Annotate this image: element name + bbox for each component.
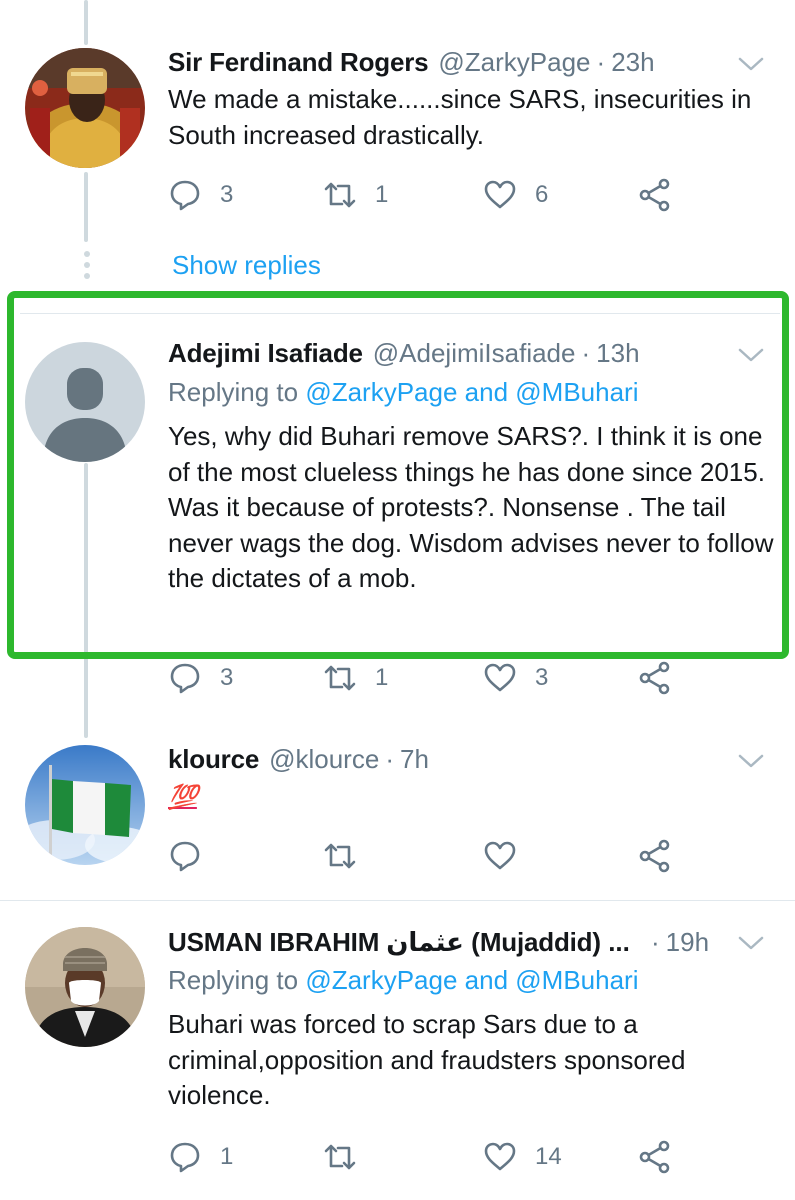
tweet-header: Sir Ferdinand Rogers @ZarkyPage · 23h bbox=[168, 47, 735, 78]
retweet-icon bbox=[324, 1144, 356, 1170]
retweet-count: 1 bbox=[375, 664, 389, 691]
mention-link[interactable]: @MBuhari bbox=[515, 965, 638, 995]
reply-button[interactable]: 3 bbox=[168, 175, 233, 215]
replying-to: Replying to @ZarkyPage and @MBuhari bbox=[168, 377, 638, 408]
like-button[interactable]: 6 bbox=[483, 175, 548, 215]
retweet-count: 1 bbox=[375, 181, 389, 208]
share-icon bbox=[639, 1140, 670, 1174]
reply-count: 3 bbox=[220, 664, 234, 691]
replying-and: and bbox=[457, 965, 516, 995]
tweet-2[interactable]: Adejimi Isafiade @AdejimiIsafiade · 13h … bbox=[0, 330, 795, 710]
like-count: 3 bbox=[535, 664, 549, 691]
tweet-actions: 1 14 bbox=[168, 1137, 698, 1177]
share-button[interactable] bbox=[638, 175, 672, 215]
tweet-header: klource @klource · 7h bbox=[168, 744, 735, 775]
reply-icon bbox=[170, 1142, 200, 1173]
reply-count: 3 bbox=[220, 181, 234, 208]
timestamp[interactable]: 7h bbox=[400, 744, 429, 775]
tweet-text: Yes, why did Buhari remove SARS?. I thin… bbox=[168, 421, 774, 593]
reply-count: 1 bbox=[220, 1143, 234, 1170]
show-replies-link[interactable]: Show replies bbox=[172, 250, 321, 281]
heart-icon bbox=[484, 180, 516, 209]
tweet-time-group: · 19h bbox=[645, 927, 740, 958]
chevron-down-icon[interactable] bbox=[737, 751, 765, 771]
avatar[interactable] bbox=[25, 48, 145, 168]
tweet-actions bbox=[168, 836, 698, 876]
replying-prefix: Replying to bbox=[168, 377, 306, 407]
tweet-3[interactable]: klource @klource · 7h 💯 bbox=[0, 735, 795, 895]
share-button[interactable] bbox=[638, 1137, 672, 1177]
timestamp[interactable]: 19h bbox=[666, 927, 709, 958]
author-handle[interactable]: @klource bbox=[269, 744, 379, 775]
like-button[interactable]: 14 bbox=[483, 1137, 562, 1177]
retweet-button[interactable] bbox=[323, 836, 375, 876]
replying-to: Replying to @ZarkyPage and @MBuhari bbox=[168, 965, 638, 996]
chevron-down-icon[interactable] bbox=[737, 933, 765, 953]
tweet-1[interactable]: Sir Ferdinand Rogers @ZarkyPage · 23h We… bbox=[0, 0, 795, 290]
chevron-down-icon[interactable] bbox=[737, 345, 765, 365]
share-button[interactable] bbox=[638, 836, 672, 876]
tweet-text: We made a mistake......since SARS, insec… bbox=[168, 84, 752, 150]
avatar[interactable] bbox=[25, 342, 145, 462]
divider bbox=[0, 900, 795, 901]
author-handle[interactable]: @ZarkyPage bbox=[438, 47, 590, 78]
heart-icon bbox=[484, 841, 516, 870]
author-name[interactable]: USMAN IBRAHIM عثمان (Mujaddid) ... bbox=[168, 927, 630, 958]
mention-link[interactable]: @ZarkyPage bbox=[305, 377, 457, 407]
author-name[interactable]: Adejimi Isafiade bbox=[168, 338, 363, 369]
tweet-text: 💯 bbox=[168, 779, 778, 816]
retweet-icon bbox=[324, 182, 356, 208]
share-icon bbox=[639, 661, 670, 695]
reply-button[interactable] bbox=[168, 836, 220, 876]
heart-icon bbox=[484, 1142, 516, 1171]
replying-and: and bbox=[457, 377, 516, 407]
retweet-button[interactable]: 1 bbox=[323, 175, 388, 215]
replying-prefix: Replying to bbox=[168, 965, 306, 995]
reply-button[interactable]: 1 bbox=[168, 1137, 233, 1177]
mention-link[interactable]: @MBuhari bbox=[515, 377, 638, 407]
divider bbox=[20, 313, 780, 314]
reply-icon bbox=[170, 663, 200, 694]
like-button[interactable] bbox=[483, 836, 535, 876]
separator-dot: · bbox=[385, 744, 394, 774]
reply-button[interactable]: 3 bbox=[168, 658, 233, 698]
avatar[interactable] bbox=[25, 927, 145, 1047]
timestamp[interactable]: 23h bbox=[611, 47, 654, 78]
chevron-down-icon[interactable] bbox=[737, 54, 765, 74]
like-count: 6 bbox=[535, 181, 549, 208]
tweet-actions: 3 1 3 bbox=[168, 658, 698, 698]
tweet-4[interactable]: USMAN IBRAHIM عثمان (Mujaddid) ... · 19h… bbox=[0, 915, 795, 1200]
tweet-text: Buhari was forced to scrap Sars due to a… bbox=[168, 1009, 686, 1110]
separator-dot: · bbox=[596, 47, 606, 77]
retweet-button[interactable] bbox=[323, 1137, 375, 1177]
hundred-points-icon: 💯 bbox=[168, 784, 198, 811]
reply-icon bbox=[170, 841, 200, 872]
share-button[interactable] bbox=[638, 658, 672, 698]
tweet-header: Adejimi Isafiade @AdejimiIsafiade · 13h bbox=[168, 338, 735, 369]
separator-dot: · bbox=[581, 338, 591, 368]
tweet-actions: 3 1 6 bbox=[168, 175, 698, 215]
like-count: 14 bbox=[535, 1143, 562, 1170]
retweet-button[interactable]: 1 bbox=[323, 658, 388, 698]
mention-link[interactable]: @ZarkyPage bbox=[305, 965, 457, 995]
tweet-header: USMAN IBRAHIM عثمان (Mujaddid) ... bbox=[168, 927, 665, 958]
separator-dot: · bbox=[651, 927, 660, 957]
author-name[interactable]: klource bbox=[168, 744, 259, 775]
author-name[interactable]: Sir Ferdinand Rogers bbox=[168, 47, 429, 78]
timestamp[interactable]: 13h bbox=[596, 338, 639, 369]
heart-icon bbox=[484, 663, 516, 692]
share-icon bbox=[639, 839, 670, 873]
retweet-icon bbox=[324, 843, 356, 869]
like-button[interactable]: 3 bbox=[483, 658, 548, 698]
share-icon bbox=[639, 178, 670, 212]
reply-icon bbox=[170, 180, 200, 211]
author-handle[interactable]: @AdejimiIsafiade bbox=[373, 338, 576, 369]
avatar[interactable] bbox=[25, 745, 145, 865]
retweet-icon bbox=[324, 665, 356, 691]
